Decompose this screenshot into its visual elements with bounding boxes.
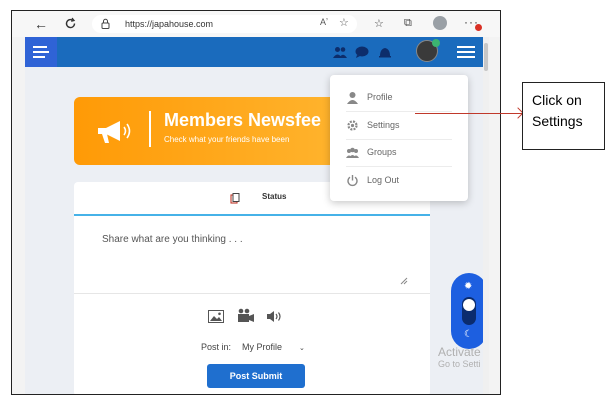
dropdown-item-logout[interactable]: Log Out [330,167,468,194]
chevron-down-icon[interactable]: ⌄ [299,344,305,352]
avatar[interactable] [416,39,440,62]
dropdown-item-label: Groups [367,147,397,157]
newsfeed-banner: Members Newsfee Check what your friends … [74,97,344,165]
moon-icon: ☾ [464,329,473,340]
post-submit-button[interactable]: Post Submit [207,364,305,388]
scrollbar-thumb[interactable] [484,43,488,71]
status-textarea[interactable]: Share what are you thinking . . . [74,218,430,294]
photo-icon[interactable] [208,310,224,323]
back-arrow-icon[interactable]: ← [34,16,48,32]
messages-icon[interactable] [355,46,369,58]
dropdown-item-label: Profile [367,92,393,102]
dropdown-item-label: Log Out [367,175,400,185]
tab-status[interactable]: Status [262,192,286,201]
address-bar[interactable]: https://japahouse.com Aʼ ☆ [92,15,357,33]
friends-icon[interactable] [333,46,347,58]
app-header [25,37,489,67]
audio-icon[interactable] [266,310,284,323]
browser-toolbar: ← https://japahouse.com Aʼ ☆ ☆ ⧉ ··· [12,11,500,37]
dropdown-item-settings[interactable]: Settings [330,112,468,139]
power-icon [347,175,358,187]
watermark-line1: Activate [438,345,481,359]
refresh-icon[interactable] [64,17,77,30]
resize-grip-icon[interactable] [400,277,408,285]
banner-divider [149,111,151,147]
post-in-label: Post in: [201,342,232,352]
online-icon [432,39,440,47]
read-aloud-icon[interactable]: Aʼ [320,17,328,27]
theme-switch-knob[interactable] [463,299,475,311]
user-dropdown-menu: Profile Settings Groups Log Out [330,75,468,201]
dropdown-item-groups[interactable]: Groups [330,139,468,166]
banner-title: Members Newsfee [164,110,322,130]
post-card: Status Share what are you thinking . . . [74,182,430,394]
dropdown-item-profile[interactable]: Profile [330,84,468,111]
dropdown-item-label: Settings [367,120,400,130]
url-text[interactable]: https://japahouse.com [125,17,213,31]
status-icon [230,193,240,204]
callout-line1: Click on [532,92,582,108]
gear-icon [347,120,358,131]
watermark-line2: Go to Setti [438,359,481,369]
sun-icon: ✹ [464,281,473,292]
theme-toggle[interactable]: ✹ ☾ [451,273,487,349]
profile-icon[interactable] [433,16,447,30]
hamburger-icon[interactable] [457,46,475,61]
menu-icon[interactable] [25,37,57,67]
notifications-icon[interactable] [378,46,392,58]
status-placeholder: Share what are you thinking . . . [102,234,243,245]
activation-watermark: Activate Go to Setti [438,345,481,369]
theme-switch-track[interactable] [462,297,476,325]
favorite-icon[interactable]: ☆ [339,16,349,29]
page-scrollbar[interactable] [483,37,489,394]
user-icon [347,92,358,104]
annotation-callout: Click on Settings [522,82,605,150]
megaphone-icon [98,121,131,143]
lock-icon [101,18,110,29]
favorites-bar-icon[interactable]: ☆ [374,17,384,30]
collections-icon[interactable]: ⧉ [404,17,412,30]
callout-line2: Settings [532,113,583,129]
notification-badge [475,24,482,31]
video-icon[interactable] [237,308,255,323]
group-icon [346,147,359,158]
banner-subtitle: Check what your friends have been [164,135,290,144]
screenshot-frame: ← https://japahouse.com Aʼ ☆ ☆ ⧉ ··· Mem… [11,10,501,395]
post-in-select[interactable]: My Profile [242,342,282,352]
annotation-arrow [415,113,523,114]
